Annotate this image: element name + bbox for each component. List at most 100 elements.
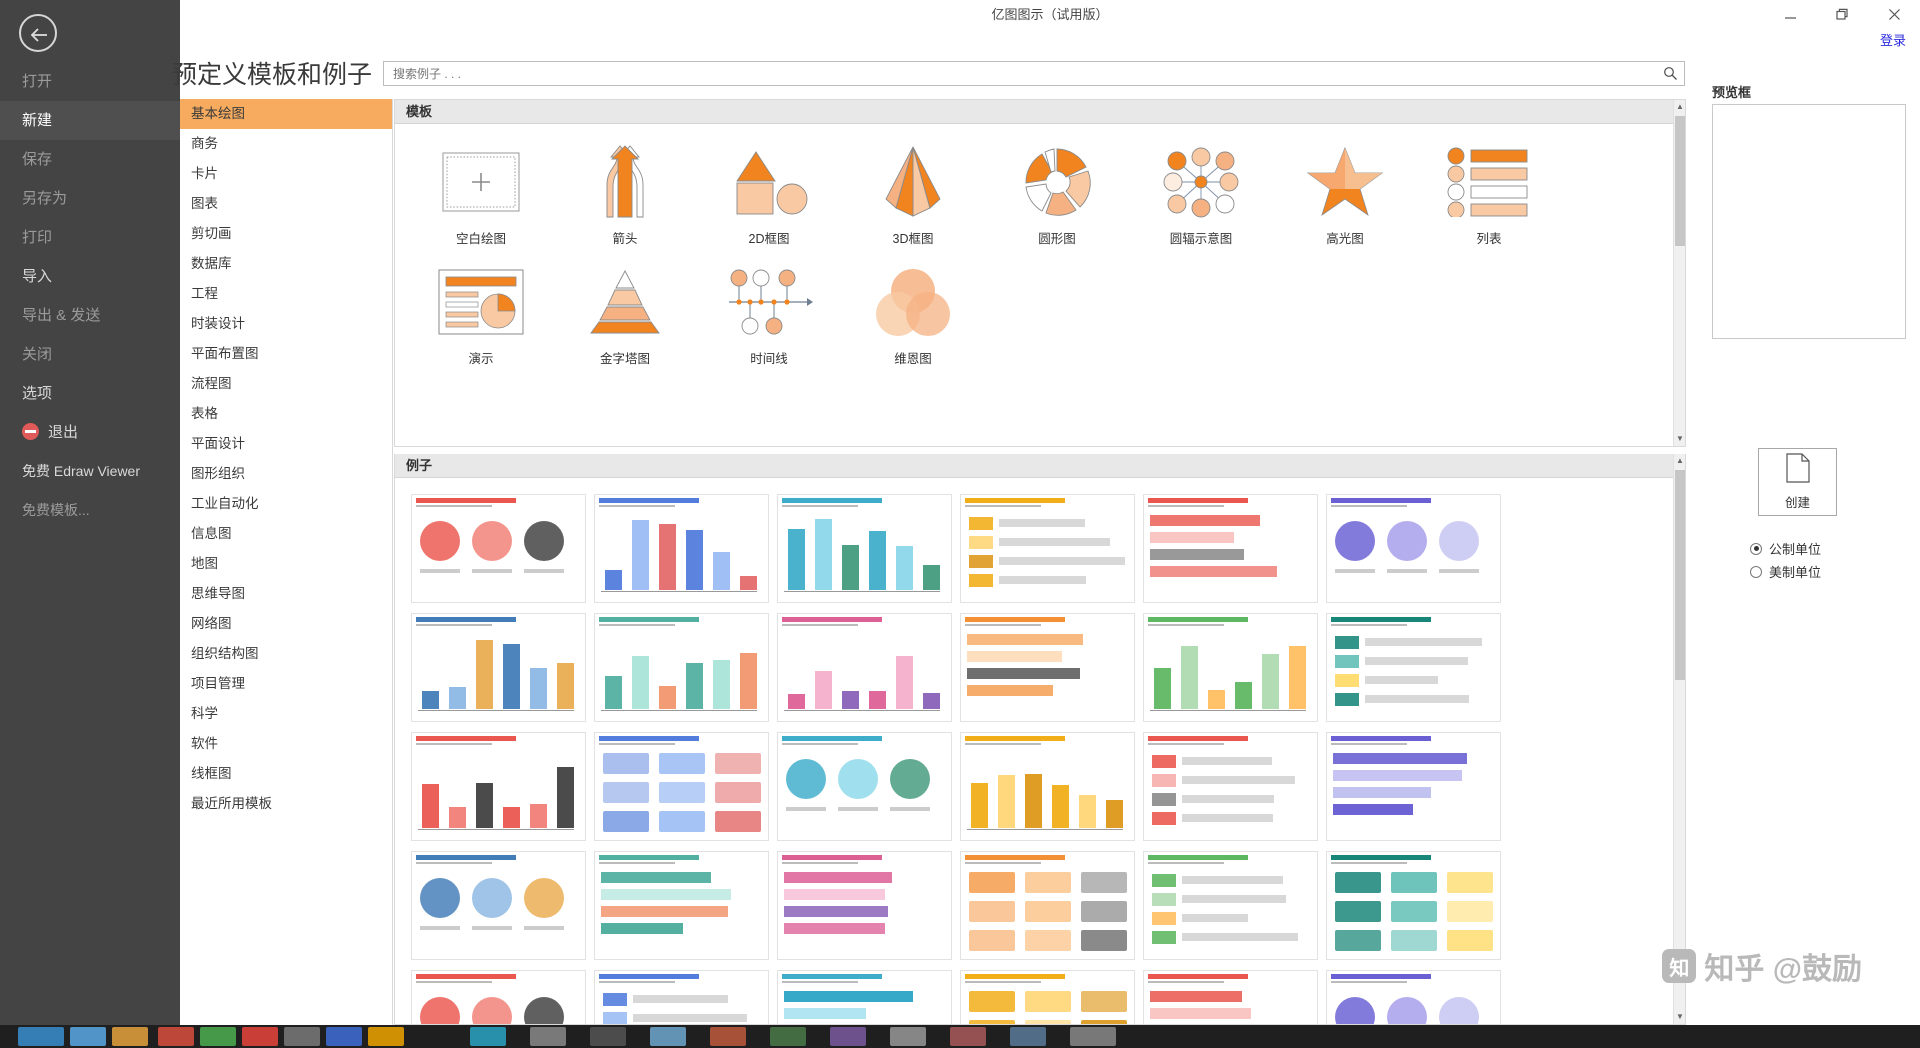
- taskbar-item[interactable]: [112, 1027, 148, 1046]
- sidebar-item-open[interactable]: 打开: [0, 62, 180, 101]
- category-item[interactable]: 组织结构图: [180, 639, 392, 669]
- sidebar-item-exit[interactable]: 退出: [0, 413, 180, 452]
- category-item[interactable]: 思维导图: [180, 579, 392, 609]
- example-item[interactable]: [1141, 730, 1320, 843]
- example-item[interactable]: [1324, 849, 1503, 962]
- scrollbar-thumb[interactable]: [1675, 470, 1685, 680]
- example-item[interactable]: [592, 968, 771, 1024]
- example-item[interactable]: [775, 492, 954, 605]
- example-item[interactable]: [1324, 968, 1503, 1024]
- search-box[interactable]: [383, 61, 1685, 86]
- search-icon[interactable]: [1663, 66, 1678, 86]
- taskbar-item[interactable]: [70, 1027, 106, 1046]
- unit-radio-metric[interactable]: 公制单位: [1750, 539, 1821, 558]
- category-item[interactable]: 信息图: [180, 519, 392, 549]
- example-item[interactable]: [1141, 611, 1320, 724]
- taskbar-item[interactable]: [368, 1027, 404, 1046]
- example-item[interactable]: [409, 492, 588, 605]
- example-item[interactable]: [592, 492, 771, 605]
- taskbar-item[interactable]: [1010, 1027, 1046, 1046]
- sidebar-item-print[interactable]: 打印: [0, 218, 180, 257]
- example-item[interactable]: [958, 849, 1137, 962]
- taskbar-item[interactable]: [830, 1027, 866, 1046]
- example-item[interactable]: [1324, 492, 1503, 605]
- template-item[interactable]: 列表: [1419, 138, 1559, 258]
- category-item[interactable]: 科学: [180, 699, 392, 729]
- taskbar-item[interactable]: [530, 1027, 566, 1046]
- category-item[interactable]: 流程图: [180, 369, 392, 399]
- template-item[interactable]: 空白绘图: [411, 138, 551, 258]
- templates-scrollbar[interactable]: ▲ ▼: [1673, 100, 1685, 446]
- back-arrow-icon[interactable]: [19, 14, 57, 52]
- template-item[interactable]: 维恩图: [843, 258, 983, 378]
- category-item[interactable]: 表格: [180, 399, 392, 429]
- example-item[interactable]: [958, 611, 1137, 724]
- category-item[interactable]: 数据库: [180, 249, 392, 279]
- taskbar-item[interactable]: [326, 1027, 362, 1046]
- category-item[interactable]: 剪切画: [180, 219, 392, 249]
- taskbar[interactable]: [0, 1025, 1920, 1048]
- example-item[interactable]: [1324, 611, 1503, 724]
- taskbar-item[interactable]: [890, 1027, 926, 1046]
- example-item[interactable]: [1141, 849, 1320, 962]
- sidebar-item-export-send[interactable]: 导出 & 发送: [0, 296, 180, 335]
- restore-icon[interactable]: [1832, 3, 1854, 25]
- taskbar-item[interactable]: [158, 1027, 194, 1046]
- category-item[interactable]: 平面布置图: [180, 339, 392, 369]
- scrollbar-thumb[interactable]: [1675, 116, 1685, 246]
- template-item[interactable]: 3D框图: [843, 138, 983, 258]
- category-item[interactable]: 平面设计: [180, 429, 392, 459]
- example-item[interactable]: [775, 611, 954, 724]
- scroll-down-icon[interactable]: ▼: [1674, 1010, 1685, 1024]
- example-item[interactable]: [958, 968, 1137, 1024]
- template-item[interactable]: 圆辐示意图: [1131, 138, 1271, 258]
- category-item[interactable]: 工程: [180, 279, 392, 309]
- taskbar-item[interactable]: [18, 1027, 64, 1046]
- search-input[interactable]: [391, 62, 1641, 85]
- taskbar-item[interactable]: [200, 1027, 236, 1046]
- close-icon[interactable]: [1884, 3, 1906, 25]
- taskbar-item[interactable]: [710, 1027, 746, 1046]
- taskbar-item[interactable]: [1070, 1027, 1116, 1046]
- example-item[interactable]: [409, 611, 588, 724]
- example-item[interactable]: [958, 730, 1137, 843]
- example-item[interactable]: [1141, 492, 1320, 605]
- example-item[interactable]: [775, 968, 954, 1024]
- unit-radio-imperial[interactable]: 美制单位: [1750, 562, 1821, 581]
- example-item[interactable]: [592, 611, 771, 724]
- category-item[interactable]: 卡片: [180, 159, 392, 189]
- example-item[interactable]: [1324, 730, 1503, 843]
- category-item[interactable]: 商务: [180, 129, 392, 159]
- template-item[interactable]: 时间线: [699, 258, 839, 378]
- example-item[interactable]: [409, 849, 588, 962]
- category-item[interactable]: 软件: [180, 729, 392, 759]
- taskbar-item[interactable]: [242, 1027, 278, 1046]
- category-item[interactable]: 图形组织: [180, 459, 392, 489]
- scroll-up-icon[interactable]: ▲: [1674, 454, 1685, 468]
- scroll-up-icon[interactable]: ▲: [1674, 100, 1685, 114]
- sidebar-item-save[interactable]: 保存: [0, 140, 180, 179]
- taskbar-item[interactable]: [650, 1027, 686, 1046]
- scroll-down-icon[interactable]: ▼: [1674, 432, 1685, 446]
- sidebar-item-free-templates[interactable]: 免费模板...: [0, 491, 180, 530]
- sidebar-item-edraw-viewer[interactable]: 免费 Edraw Viewer: [0, 452, 180, 491]
- example-item[interactable]: [409, 968, 588, 1024]
- minimize-icon[interactable]: [1780, 3, 1802, 25]
- category-item[interactable]: 最近所用模板: [180, 789, 392, 819]
- template-item[interactable]: 箭头: [555, 138, 695, 258]
- template-item[interactable]: 2D框图: [699, 138, 839, 258]
- category-item[interactable]: 项目管理: [180, 669, 392, 699]
- sidebar-item-close[interactable]: 关闭: [0, 335, 180, 374]
- examples-scrollbar[interactable]: ▲ ▼: [1673, 454, 1685, 1024]
- sidebar-item-save-as[interactable]: 另存为: [0, 179, 180, 218]
- taskbar-item[interactable]: [770, 1027, 806, 1046]
- example-item[interactable]: [775, 849, 954, 962]
- template-item[interactable]: 圆形图: [987, 138, 1127, 258]
- category-item[interactable]: 图表: [180, 189, 392, 219]
- template-item[interactable]: 演示: [411, 258, 551, 378]
- category-item[interactable]: 工业自动化: [180, 489, 392, 519]
- category-item[interactable]: 时装设计: [180, 309, 392, 339]
- login-link[interactable]: 登录: [1880, 30, 1906, 49]
- example-item[interactable]: [592, 849, 771, 962]
- taskbar-item[interactable]: [950, 1027, 986, 1046]
